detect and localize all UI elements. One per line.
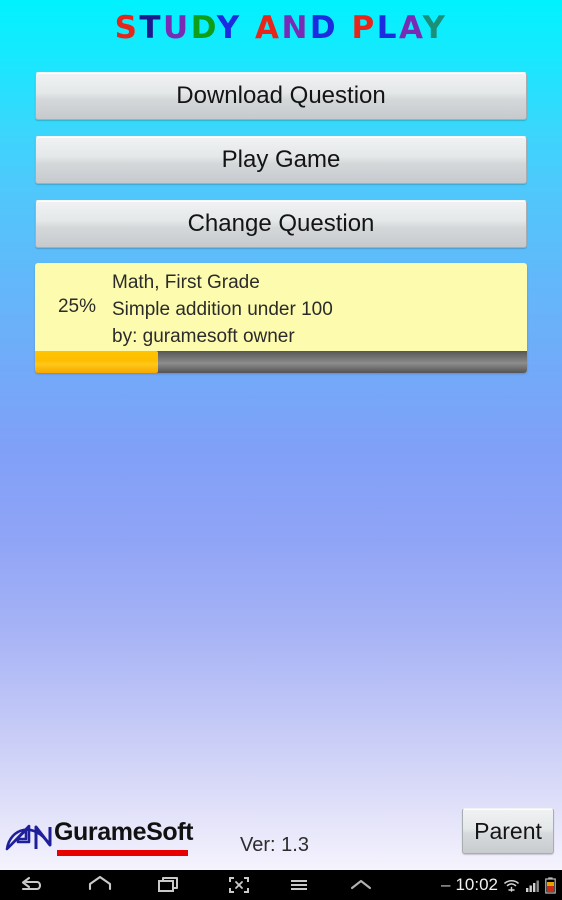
gn-monogram-icon (5, 824, 52, 851)
signal-bars-icon (526, 880, 539, 892)
title-letter-13: Y (422, 10, 448, 46)
title-letter-5 (242, 10, 255, 46)
wifi-icon (504, 879, 519, 892)
page-title: STUDY AND PLAY (0, 6, 562, 50)
download-question-button[interactable]: Download Question (35, 72, 527, 120)
question-info-lines: Math, First Grade Simple addition under … (112, 269, 521, 350)
title-letter-2: U (163, 10, 191, 46)
title-letter-0: S (114, 10, 140, 46)
footer: GurameSoft Ver: 1.3 Parent (0, 808, 562, 870)
app-screen: STUDY AND PLAY Download Question Play Ga… (0, 0, 562, 900)
title-letter-12: A (398, 10, 423, 46)
logo-underline (57, 850, 188, 856)
screenshot-icon[interactable] (222, 873, 256, 897)
title-letter-4: Y (216, 10, 242, 46)
title-letter-11: L (376, 10, 399, 46)
menu-icon[interactable] (282, 873, 316, 897)
play-game-button[interactable]: Play Game (35, 136, 527, 184)
parent-button[interactable]: Parent (462, 808, 554, 854)
title-letter-6: A (254, 10, 282, 46)
battery-low-icon (545, 876, 556, 894)
title-letter-10: P (351, 10, 377, 46)
chevron-up-icon[interactable] (344, 873, 378, 897)
change-question-button[interactable]: Change Question (35, 200, 527, 248)
question-author-line: by: guramesoft owner (112, 326, 295, 347)
android-navigation-bar: – 10:02 (0, 870, 562, 900)
question-description-line: Simple addition under 100 (112, 299, 333, 320)
recent-apps-icon[interactable] (152, 873, 186, 897)
question-info-panel[interactable]: 25% Math, First Grade Simple addition un… (35, 263, 527, 373)
title-letter-9 (338, 10, 351, 46)
title-letter-8: D (309, 10, 339, 46)
title-letter-3: D (190, 10, 217, 46)
home-icon[interactable] (83, 873, 117, 897)
progress-percent-label: 25% (57, 296, 97, 317)
clock-label: 10:02 (455, 875, 498, 894)
title-letter-1: T (139, 10, 164, 46)
progress-bar-track (35, 351, 527, 373)
version-label: Ver: 1.3 (240, 834, 309, 856)
back-arrow-icon[interactable] (14, 873, 48, 897)
question-info-body: 25% Math, First Grade Simple addition un… (35, 263, 527, 351)
question-subject-line: Math, First Grade (112, 272, 260, 293)
guramesoft-logo: GurameSoft (4, 814, 194, 862)
notification-dash: – (440, 875, 451, 894)
status-tray: – 10:02 (441, 870, 556, 900)
title-letter-7: N (281, 10, 310, 46)
progress-bar-fill (35, 351, 158, 373)
logo-wordmark: GurameSoft (54, 818, 194, 846)
